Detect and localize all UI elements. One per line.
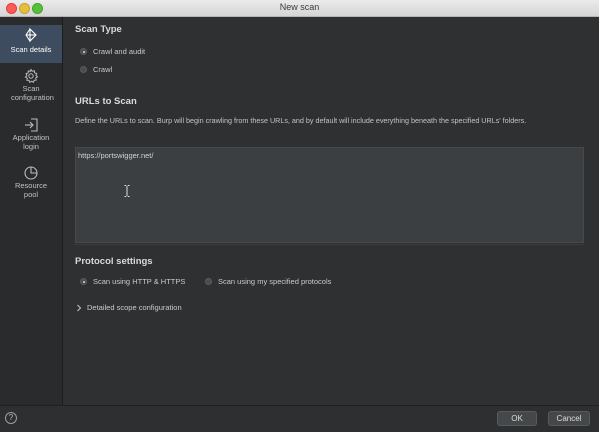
radio-indicator[interactable] [80, 48, 87, 55]
target-icon [23, 27, 39, 43]
window-title: New scan [279, 2, 320, 12]
ok-button[interactable]: OK [497, 411, 537, 426]
radio-specified-protocols[interactable]: Scan using my specified protocols [205, 277, 331, 286]
section-divider [75, 244, 584, 245]
scan-type-heading: Scan Type [75, 24, 122, 35]
sidebar-item-scan-details[interactable]: Scan details [0, 25, 62, 63]
sidebar-item-label: Application login [12, 133, 50, 151]
sidebar-item-resource-pool[interactable]: Resource pool [0, 165, 62, 203]
scan-details-panel: Scan Type Crawl and audit Crawl URLs to … [63, 17, 599, 405]
radio-label: Scan using my specified protocols [218, 277, 332, 286]
expander-label: Detailed scope configuration [87, 303, 182, 312]
title-bar: New scan [0, 0, 599, 17]
cancel-button[interactable]: Cancel [548, 411, 590, 426]
urls-heading: URLs to Scan [75, 96, 137, 107]
new-scan-window: New scan Scan details Scan configuration [0, 0, 599, 432]
gear-icon [23, 68, 39, 84]
help-button[interactable]: ? [5, 412, 17, 424]
radio-label: Crawl and audit [93, 47, 146, 56]
protocol-heading: Protocol settings [75, 256, 153, 267]
urls-description: Define the URLs to scan. Burp will begin… [75, 116, 527, 125]
radio-indicator[interactable] [80, 66, 87, 73]
dialog-footer: ? OK Cancel [0, 405, 599, 432]
text-cursor-icon [124, 185, 130, 197]
radio-label: Scan using HTTP & HTTPS [93, 277, 186, 286]
sidebar-item-scan-configuration[interactable]: Scan configuration [0, 68, 62, 106]
sidebar: Scan details Scan configuration Applicat… [0, 17, 63, 405]
detailed-scope-expander[interactable]: Detailed scope configuration [75, 303, 182, 312]
login-icon [23, 117, 39, 133]
sidebar-item-label: Scan details [10, 45, 52, 54]
radio-http-https[interactable]: Scan using HTTP & HTTPS [80, 277, 185, 286]
sidebar-item-label: Scan configuration [11, 84, 54, 102]
radio-indicator[interactable] [80, 278, 87, 285]
sidebar-item-label: Resource pool [14, 181, 48, 199]
radio-crawl-and-audit[interactable]: Crawl and audit [80, 47, 145, 56]
url-value: https://portswigger.net/ [78, 151, 154, 160]
urls-textarea[interactable]: https://portswigger.net/ [75, 147, 584, 243]
chevron-right-icon [77, 304, 82, 311]
pie-chart-icon [23, 165, 39, 181]
radio-label: Crawl [93, 65, 113, 74]
radio-crawl[interactable]: Crawl [80, 65, 112, 74]
sidebar-item-application-login[interactable]: Application login [0, 117, 62, 155]
radio-indicator[interactable] [205, 278, 212, 285]
